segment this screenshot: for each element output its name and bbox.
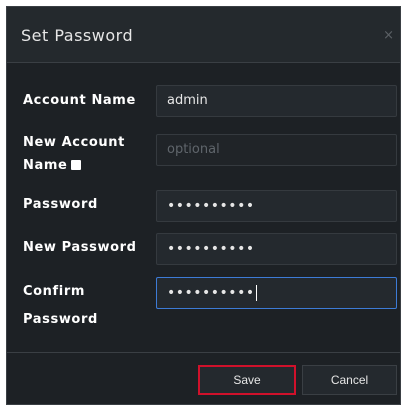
dialog-titlebar: Set Password ×	[7, 7, 400, 63]
confirm-password-input[interactable]: ••••••••••	[156, 277, 397, 309]
password-label: Password	[23, 197, 98, 212]
new-password-input[interactable]: ••••••••••	[156, 233, 397, 265]
new-account-name-label-line2-wrap: Name	[23, 154, 125, 177]
new-account-name-label: New Account Name	[23, 131, 125, 177]
new-account-name-label-line1: New Account	[23, 135, 125, 150]
confirm-password-label: Confirm Password	[23, 280, 98, 331]
text-caret	[255, 285, 257, 301]
new-password-label: New Password	[23, 240, 137, 255]
save-button[interactable]: Save	[198, 365, 296, 395]
footer-divider	[7, 352, 400, 353]
new-account-name-label-line2: Name	[23, 158, 68, 173]
set-password-dialog: Set Password × Account Name admin New Ac…	[6, 6, 401, 405]
cancel-button[interactable]: Cancel	[302, 365, 397, 395]
confirm-password-label-line1: Confirm	[23, 284, 85, 299]
password-input[interactable]: ••••••••••	[156, 190, 397, 222]
dialog-title: Set Password	[21, 26, 134, 45]
new-account-name-checkbox[interactable]	[71, 160, 82, 170]
confirm-password-value: ••••••••••	[167, 285, 255, 301]
confirm-password-label-line2: Password	[23, 312, 98, 327]
account-name-input[interactable]: admin	[156, 85, 397, 117]
close-icon[interactable]: ×	[383, 29, 394, 42]
new-account-name-input[interactable]: optional	[156, 134, 397, 166]
account-name-label: Account Name	[23, 93, 136, 108]
